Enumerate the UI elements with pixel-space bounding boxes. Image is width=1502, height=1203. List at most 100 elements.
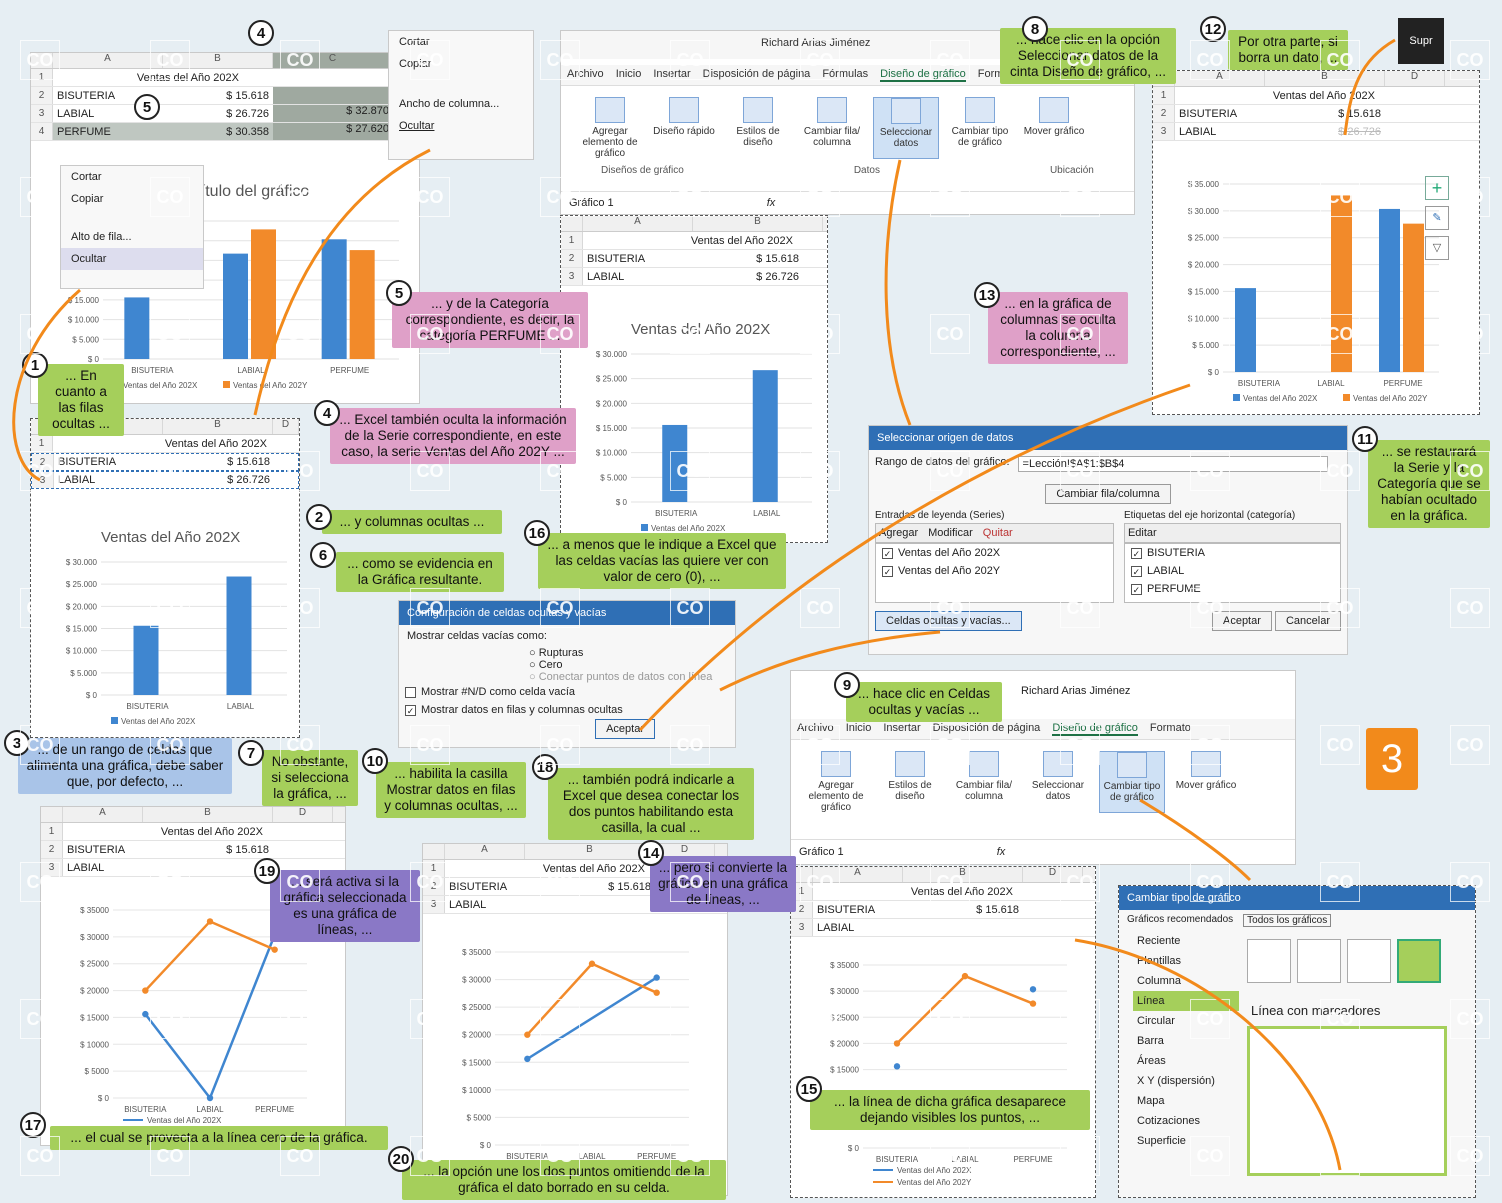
watermark-logo: CO — [280, 451, 320, 491]
callout-10: ... habilita la casilla Mostrar datos en… — [376, 762, 526, 818]
y-tick-label: $ 0 — [98, 1094, 110, 1103]
menu-item-hide[interactable]: Ocultar — [61, 248, 203, 270]
watermark-logo: CO — [150, 999, 190, 1039]
callout-1: ... En cuanto a las filas ocultas ... — [38, 364, 124, 436]
watermark-logo: CO — [150, 314, 190, 354]
table-row: 3 LABIAL $ 26.726 — [1153, 123, 1479, 141]
watermark-logo: CO — [670, 314, 710, 354]
change-chart-type-button[interactable]: Cambiar tipo de gráfico — [1099, 751, 1165, 813]
table-row: 3 LABIAL — [791, 919, 1095, 937]
category-item[interactable]: ✓ BISUTERIA — [1125, 544, 1340, 562]
select-data-button[interactable]: Seleccionar datos — [873, 97, 939, 159]
switch-row-column-button[interactable]: Cambiar fila/ columna — [799, 97, 865, 159]
chart-type-item[interactable]: X Y (dispersión) — [1133, 1071, 1239, 1091]
y-tick-label: $ 10.000 — [68, 316, 100, 325]
watermark-logo: CO — [1060, 1136, 1100, 1176]
chart-type-item[interactable]: Mapa — [1133, 1091, 1239, 1111]
menu-item-hide[interactable]: Ocultar — [389, 115, 533, 137]
category-item[interactable]: ✓ PERFUME — [1125, 580, 1340, 598]
chart-type-item[interactable]: Cotizaciones — [1133, 1111, 1239, 1131]
table-row: 2 BISUTERIA $ 15.618 — [791, 901, 1095, 919]
styles-button[interactable]: Estilos de diseño — [725, 97, 791, 159]
edit-axis-button[interactable]: Editar — [1123, 523, 1341, 543]
data-point — [142, 987, 149, 994]
watermark-logo: CO — [930, 862, 970, 902]
tab-insert[interactable]: Insertar — [883, 722, 920, 736]
show-hidden-data-checkbox[interactable]: ✓ Mostrar datos en filas y columnas ocult… — [399, 701, 735, 719]
option-gaps[interactable]: ○ Rupturas — [529, 647, 735, 659]
data-point — [653, 974, 660, 981]
step-number-16: 16 — [524, 520, 550, 546]
series-item[interactable]: ✓ Ventas del Año 202X — [876, 544, 1113, 562]
y-tick-label: $ 30.000 — [596, 350, 628, 359]
change-chart-type-button[interactable]: Cambiar tipo de gráfico — [947, 97, 1013, 159]
bar-chart-select-data[interactable]: $ 0 $ 5.000 $ 10.000 $ 15.000 $ 20.000 $ 25.0… — [587, 346, 822, 536]
dialog-title: Cambiar tipo de gráfico — [1119, 886, 1475, 910]
add-chart-element-button[interactable]: Agregar elemento de gráfico — [577, 97, 643, 159]
chart-filter-icon[interactable]: ▽ — [1425, 236, 1449, 260]
legend-swatch — [223, 381, 230, 388]
legend-swatch — [1233, 394, 1240, 401]
tab-all-charts[interactable]: Todos los gráficos — [1243, 914, 1332, 927]
step-number-7: 7 — [238, 740, 264, 766]
x-tick-label: PERFUME — [330, 366, 369, 375]
watermark-logo: CO — [20, 999, 60, 1039]
line-markers-subtype-icon[interactable] — [1397, 939, 1441, 983]
option-connect[interactable]: ○ Conectar puntos de datos con línea — [529, 671, 735, 683]
column-headers: ABD — [41, 807, 345, 823]
remove-series-button[interactable]: Quitar — [983, 527, 1013, 539]
add-series-button[interactable]: Agregar — [879, 527, 918, 539]
watermark-logo: CO — [150, 1136, 190, 1176]
watermark-logo: CO — [280, 177, 320, 217]
data-point — [142, 1010, 149, 1018]
show-na-checkbox[interactable]: Mostrar #N/D como celda vacía — [399, 683, 735, 701]
line-subtype-icon[interactable] — [1247, 939, 1291, 983]
table-row-selected[interactable]: 4 PERFUME $ 30.358 $ 27.620 — [31, 123, 419, 141]
watermark-logo: CO — [670, 177, 710, 217]
chart-type-item[interactable]: Columna — [1133, 971, 1239, 991]
bar — [752, 370, 778, 502]
menu-item-column-width[interactable]: Ancho de columna... — [389, 93, 533, 115]
step-number-6: 6 — [310, 542, 336, 568]
move-chart-button[interactable]: Mover gráfico — [1021, 97, 1087, 159]
callout-9: ... hace clic en Celdas ocultas y vacías… — [846, 682, 1002, 722]
step-number-5b: 5 — [386, 280, 412, 306]
tab-format[interactable]: Formato — [1150, 722, 1191, 736]
table-row: 2 BISUTERIA $ 15.618 — [41, 841, 345, 859]
chart-type-item[interactable]: Áreas — [1133, 1051, 1239, 1071]
tab-home[interactable]: Inicio — [616, 68, 642, 82]
watermark-logo: CO — [800, 177, 840, 217]
chart-type-item[interactable]: Plantillas — [1133, 951, 1239, 971]
data-point — [1029, 1000, 1037, 1007]
menu-item-row-height[interactable]: Alto de fila... — [61, 226, 203, 248]
empty-options: ○ Rupturas ○ Cero ○ Conectar puntos de d… — [399, 647, 735, 683]
category-item[interactable]: ✓ LABIAL — [1125, 562, 1340, 580]
line-subtype-icon[interactable] — [1297, 939, 1341, 983]
data-point — [588, 960, 596, 967]
tab-recommended[interactable]: Gráficos recomendados — [1127, 914, 1233, 927]
chart-elements-button[interactable]: + — [1425, 176, 1449, 200]
y-tick-label: $ 25000 — [462, 1003, 491, 1012]
tab-home[interactable]: Inicio — [846, 722, 872, 736]
quick-layout-button[interactable]: Diseño rápido — [651, 97, 717, 159]
watermark-logo: CO — [1320, 40, 1360, 80]
chart-type-item[interactable]: Reciente — [1133, 931, 1239, 951]
ok-button[interactable]: Aceptar — [595, 719, 655, 739]
series-item[interactable]: ✓ Ventas del Año 202Y — [876, 562, 1113, 580]
y-tick-label: $ 0 — [848, 1144, 860, 1153]
watermark-logo: CO — [280, 40, 320, 80]
watermark-logo: CO — [410, 588, 450, 628]
col-a-header[interactable]: A — [53, 53, 163, 68]
bar-chart-reduced[interactable]: $ 0 $ 5.000 $ 10.000 $ 15.000 $ 20.000 $ 25.0… — [57, 554, 297, 729]
watermark-logo: CO — [280, 1136, 320, 1176]
y-tick-label: $ 25000 — [80, 960, 109, 969]
line-subtype-icon[interactable] — [1347, 939, 1391, 983]
option-zero[interactable]: ○ Cero — [529, 659, 735, 671]
edit-series-button[interactable]: Modificar — [928, 527, 973, 539]
legend-label: Ventas del Año 202X — [147, 1116, 222, 1125]
watermark-logo: CO — [280, 314, 320, 354]
name-box[interactable]: Gráfico 1 — [799, 846, 844, 858]
watermark-logo: CO — [280, 725, 320, 765]
chart-styles-button[interactable]: ✎ — [1425, 206, 1449, 230]
tab-layout[interactable]: Disposición de página — [703, 68, 811, 82]
